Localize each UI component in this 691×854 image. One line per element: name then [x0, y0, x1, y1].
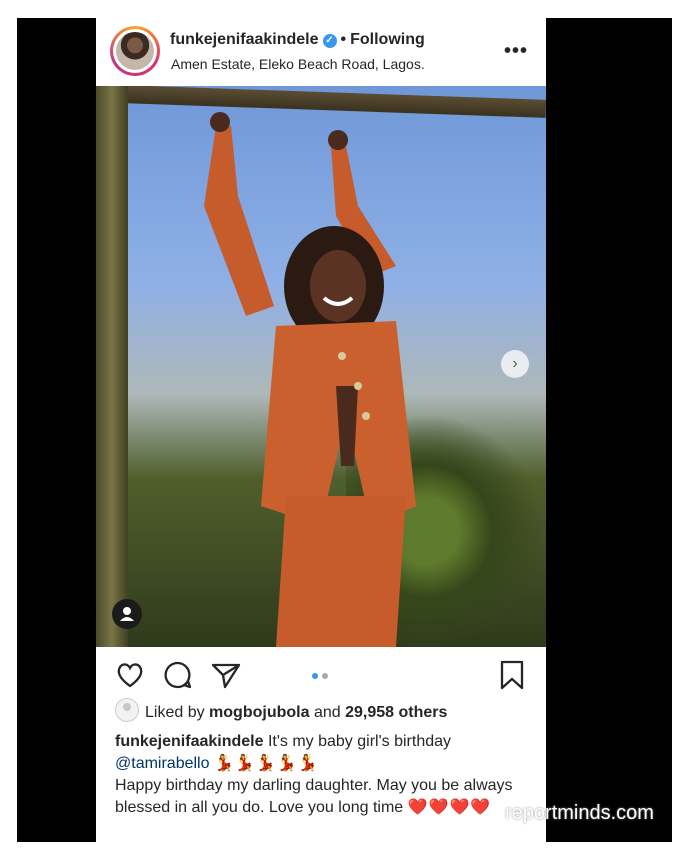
carousel-indicator [312, 666, 332, 684]
avatar-border [113, 29, 157, 73]
heart-outline-icon[interactable] [114, 659, 146, 691]
others-likes-link[interactable]: 29,958 others [345, 704, 447, 721]
following-button[interactable]: Following [350, 31, 425, 48]
tagged-users-icon[interactable] [112, 599, 142, 629]
separator-dot: • [340, 31, 347, 48]
liked-by-label: Liked by [145, 704, 205, 721]
likes-summary: Liked by mogbojubola and 29,958 others [115, 698, 447, 722]
post-actions [96, 647, 546, 697]
liker-username-link[interactable]: mogbojubola [209, 704, 309, 721]
paper-plane-icon[interactable] [210, 659, 242, 691]
post-photo[interactable]: › [96, 86, 546, 647]
mention-link[interactable]: @tamirabello [115, 755, 210, 772]
avatar-image [116, 32, 154, 70]
verified-badge-icon: ✓ [322, 34, 337, 48]
heart-emojis: ❤️❤️❤️❤️ [407, 799, 492, 816]
likes-joiner: and [313, 704, 341, 721]
more-options-icon[interactable]: ••• [504, 40, 528, 63]
site-watermark: reportminds.com [505, 802, 654, 824]
carousel-dot-active [312, 673, 318, 679]
location-link[interactable]: Amen Estate, Eleko Beach Road, Lagos. [171, 56, 425, 72]
bookmark-icon[interactable] [496, 659, 528, 691]
username-link[interactable]: funkejenifaakindele [170, 31, 319, 48]
caption-username-link[interactable]: funkejenifaakindele [115, 733, 264, 750]
comment-bubble-icon[interactable] [162, 659, 194, 691]
liker-avatar[interactable] [115, 698, 139, 722]
post-author: funkejenifaakindele ✓ • Following [170, 31, 425, 49]
screenshot-frame: funkejenifaakindele ✓ • Following Amen Esta… [17, 18, 672, 842]
dancer-emojis: 💃💃💃💃💃 [213, 755, 319, 772]
post-caption: funkejenifaakindele It's my baby girl's … [115, 731, 535, 819]
carousel-dot [322, 673, 328, 679]
next-photo-button[interactable]: › [501, 350, 529, 378]
woman-in-orange-suit [204, 112, 416, 647]
caption-text-line1: It's my baby girl's birthday [263, 733, 452, 750]
avatar[interactable] [110, 26, 160, 76]
instagram-post: funkejenifaakindele ✓ • Following Amen Esta… [96, 18, 546, 842]
post-header: funkejenifaakindele ✓ • Following Amen Esta… [96, 18, 546, 86]
